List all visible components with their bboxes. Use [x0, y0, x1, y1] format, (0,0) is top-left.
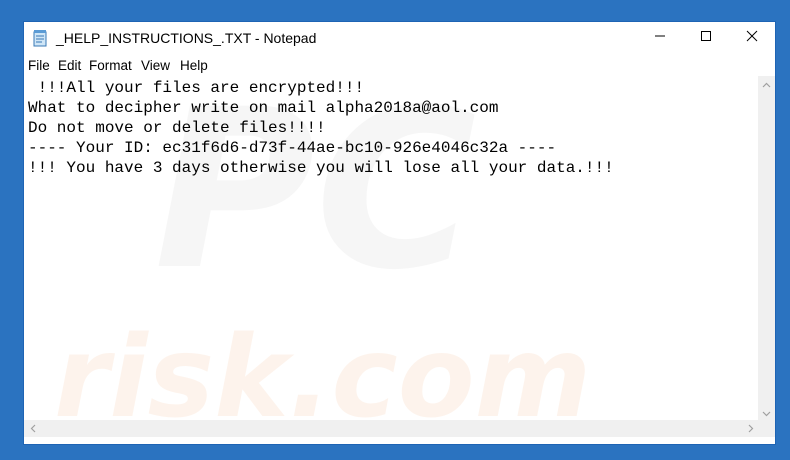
- status-strip: [24, 437, 775, 444]
- watermark-site-text: risk.com: [54, 313, 591, 422]
- close-icon: [746, 29, 758, 47]
- menu-bar: File Edit Format View Help: [24, 54, 775, 76]
- menu-format[interactable]: Format: [89, 58, 132, 73]
- notepad-window: _HELP_INSTRUCTIONS_.TXT - Notepad File E…: [23, 21, 776, 445]
- notepad-icon: [31, 29, 49, 47]
- close-button[interactable]: [729, 22, 775, 54]
- scroll-left-icon[interactable]: [24, 420, 41, 437]
- maximize-button[interactable]: [683, 22, 729, 54]
- vertical-scrollbar[interactable]: [758, 76, 775, 422]
- scroll-up-icon[interactable]: [758, 76, 775, 93]
- scroll-right-icon[interactable]: [742, 420, 759, 437]
- title-bar[interactable]: _HELP_INSTRUCTIONS_.TXT - Notepad: [24, 22, 775, 54]
- menu-file[interactable]: File: [28, 58, 50, 73]
- horizontal-scrollbar[interactable]: [24, 420, 759, 437]
- minimize-button[interactable]: [637, 22, 683, 54]
- window-title: _HELP_INSTRUCTIONS_.TXT - Notepad: [56, 30, 317, 46]
- menu-edit[interactable]: Edit: [58, 58, 81, 73]
- menu-view[interactable]: View: [141, 58, 170, 73]
- maximize-icon: [700, 29, 712, 47]
- size-grip[interactable]: [758, 420, 775, 437]
- menu-help[interactable]: Help: [180, 58, 208, 73]
- text-editor-area[interactable]: PC risk.com !!!All your files are encryp…: [24, 76, 759, 422]
- minimize-icon: [654, 29, 666, 47]
- document-text: !!!All your files are encrypted!!! What …: [28, 79, 614, 177]
